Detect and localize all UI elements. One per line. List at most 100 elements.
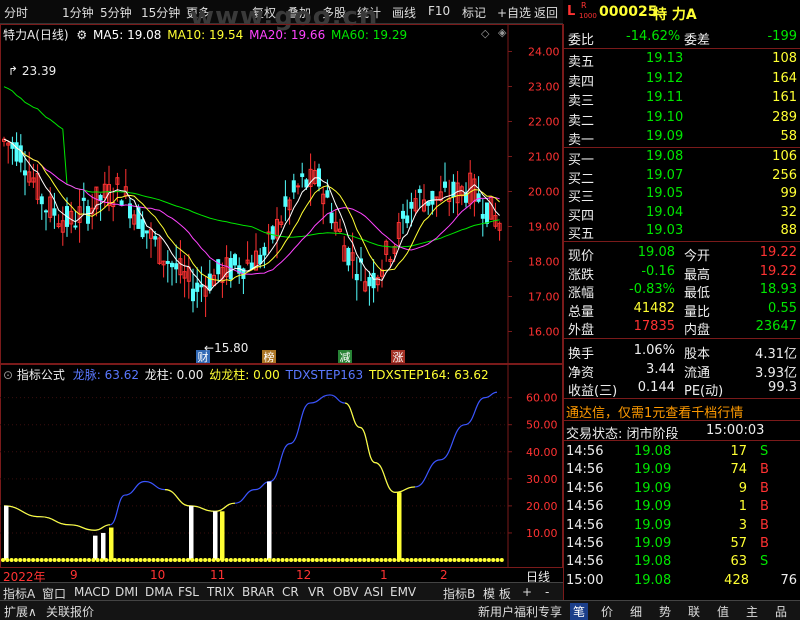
kline-svg: 24.00 23.00 22.00 21.00 20.00 19.00 18.00 17.00… — [0, 24, 563, 364]
tab-obv[interactable]: OBV — [333, 585, 359, 599]
detail-icon[interactable]: 细 — [630, 603, 642, 620]
baseline-dot — [207, 558, 212, 562]
weicha-value: -199 — [767, 29, 797, 44]
tab-cr[interactable]: CR — [282, 585, 299, 599]
baseline-dot — [91, 558, 96, 562]
baseline-dot — [9, 558, 14, 562]
baseline-dot — [203, 558, 208, 562]
tick-side: B — [760, 480, 769, 496]
tick-side: B — [760, 517, 769, 533]
baseline-dot — [177, 558, 182, 562]
toolbar-item-15min[interactable]: 15分钟 — [141, 4, 180, 21]
longmai-name: 龙脉 — [72, 368, 97, 382]
toolbar-item-f10[interactable]: F10 — [428, 4, 450, 18]
tick-time: 14:56 — [566, 499, 604, 515]
related-quote-button[interactable]: 关联报价 — [46, 603, 94, 620]
tick-time: 14:56 — [566, 536, 604, 551]
buy-price: 19.04 — [646, 204, 684, 220]
buy-volume: 256 — [772, 167, 797, 183]
product-icon[interactable]: 品 — [775, 603, 787, 620]
indicator-toggle-icon[interactable]: ⊙ — [3, 368, 13, 382]
price-icon[interactable]: 价 — [601, 603, 613, 620]
fin-value-2: 4.31亿 — [755, 347, 797, 362]
tab-macd[interactable]: MACD — [74, 585, 110, 599]
toolbar-item-back[interactable]: 返回 — [534, 4, 558, 21]
ad-link[interactable]: 通达信，仅需1元查看千档行情 — [566, 402, 743, 421]
gear-icon[interactable]: ⚙ — [76, 28, 87, 42]
baseline-dot — [375, 558, 380, 562]
baseline-dot — [293, 558, 298, 562]
x-label-11: 11 — [210, 568, 226, 582]
toolbar-item-draw[interactable]: 画线 — [392, 4, 416, 21]
toolbar-item-add-favorite[interactable]: +自选 — [497, 4, 531, 21]
tab-vr[interactable]: VR — [308, 585, 325, 599]
tab-trix[interactable]: TRIX — [207, 585, 234, 599]
baseline-dot — [263, 558, 268, 562]
longzhu-legend: 龙柱: 0.00 — [144, 368, 204, 382]
new-user-welfare-link[interactable]: 新用户福利专享 — [478, 603, 562, 620]
baseline-dot — [56, 558, 61, 562]
pen-icon[interactable]: 笔 — [570, 603, 589, 620]
tick-side: B — [760, 499, 769, 515]
baseline-dot — [284, 558, 289, 562]
tdxstep164-name: TDXSTEP164 — [368, 368, 447, 382]
sell-row: 卖五 19.13 108 — [564, 50, 800, 70]
fin-row: 净资 3.44 流通 3.93亿 — [564, 361, 800, 381]
indicator-title[interactable]: 指标公式 — [17, 368, 65, 382]
tab-asi[interactable]: ASI — [364, 585, 383, 599]
diamond-icon[interactable]: ◇ — [481, 27, 489, 40]
link-icon[interactable]: 联 — [688, 603, 700, 620]
candle-body — [14, 142, 19, 162]
fin-value: 1.06% — [633, 343, 675, 358]
main-icon[interactable]: 主 — [746, 603, 758, 620]
tab-emv[interactable]: EMV — [390, 585, 416, 599]
baseline-dot — [469, 558, 474, 562]
toolbar-item-1min[interactable]: 1分钟 — [62, 4, 94, 21]
candle-body — [258, 254, 263, 264]
baseline-dot — [276, 558, 281, 562]
ma60-legend: MA60: 19.29 — [331, 28, 408, 42]
toolbar-item-mark[interactable]: 标记 — [462, 4, 486, 21]
kline-label: 特力A(日线) — [3, 28, 69, 42]
baseline-dot — [78, 558, 83, 562]
fin-value: 0.144 — [637, 380, 675, 396]
toolbar-item-minute[interactable]: 分时 — [4, 4, 28, 21]
stat-value: -0.16 — [641, 263, 675, 279]
indicator-legend: ⊙ 指标公式 龙脉: 63.62 龙柱: 0.00 幼龙柱: 0.00 TDXS… — [3, 366, 489, 383]
indicator-bar — [189, 505, 194, 560]
trend-icon[interactable]: 势 — [659, 603, 671, 620]
baseline-dot — [345, 558, 349, 562]
y-tick-label: 50.00 — [526, 419, 558, 432]
baseline-dot — [95, 558, 100, 562]
baseline-dot — [499, 558, 504, 562]
baseline-dot — [241, 558, 246, 562]
tab-remove[interactable]: - — [545, 585, 549, 599]
tab-add[interactable]: + — [522, 585, 532, 599]
baseline-dot — [220, 558, 225, 562]
expand-button[interactable]: 扩展∧ — [4, 603, 37, 620]
tab-brar[interactable]: BRAR — [242, 585, 275, 599]
ma10-value: 19.54 — [208, 28, 244, 42]
expand-icon[interactable]: ◈ — [498, 26, 506, 39]
value-icon[interactable]: 值 — [717, 603, 729, 620]
toolbar-item-5min[interactable]: 5分钟 — [100, 4, 132, 21]
tab-dma[interactable]: DMA — [145, 585, 173, 599]
buy-volume: 99 — [780, 186, 797, 202]
indicator-chart[interactable]: 60.00 50.00 40.00 30.00 20.00 10.00 ⊙ 指标公式 龙脉… — [0, 364, 563, 568]
y-tick-label: 24.00 — [528, 46, 560, 59]
candle-body — [409, 201, 414, 209]
baseline-dot — [392, 558, 397, 562]
tab-dmi[interactable]: DMI — [115, 585, 138, 599]
baseline-dot — [185, 558, 190, 562]
candle-body — [191, 288, 195, 302]
kline-chart[interactable]: 24.00 23.00 22.00 21.00 20.00 19.00 18.00 17.00… — [0, 24, 563, 364]
candle-body — [283, 196, 288, 207]
tick-row: 14:56 19.09 1 B — [564, 498, 800, 516]
x-label-2: 2 — [440, 568, 448, 582]
tab-fsl[interactable]: FSL — [178, 585, 199, 599]
baseline-dot — [340, 558, 345, 562]
sell-row: 卖一 19.09 58 — [564, 128, 800, 148]
candle-body — [300, 173, 305, 177]
baseline-dot — [99, 558, 104, 562]
baseline-dot — [327, 558, 332, 562]
